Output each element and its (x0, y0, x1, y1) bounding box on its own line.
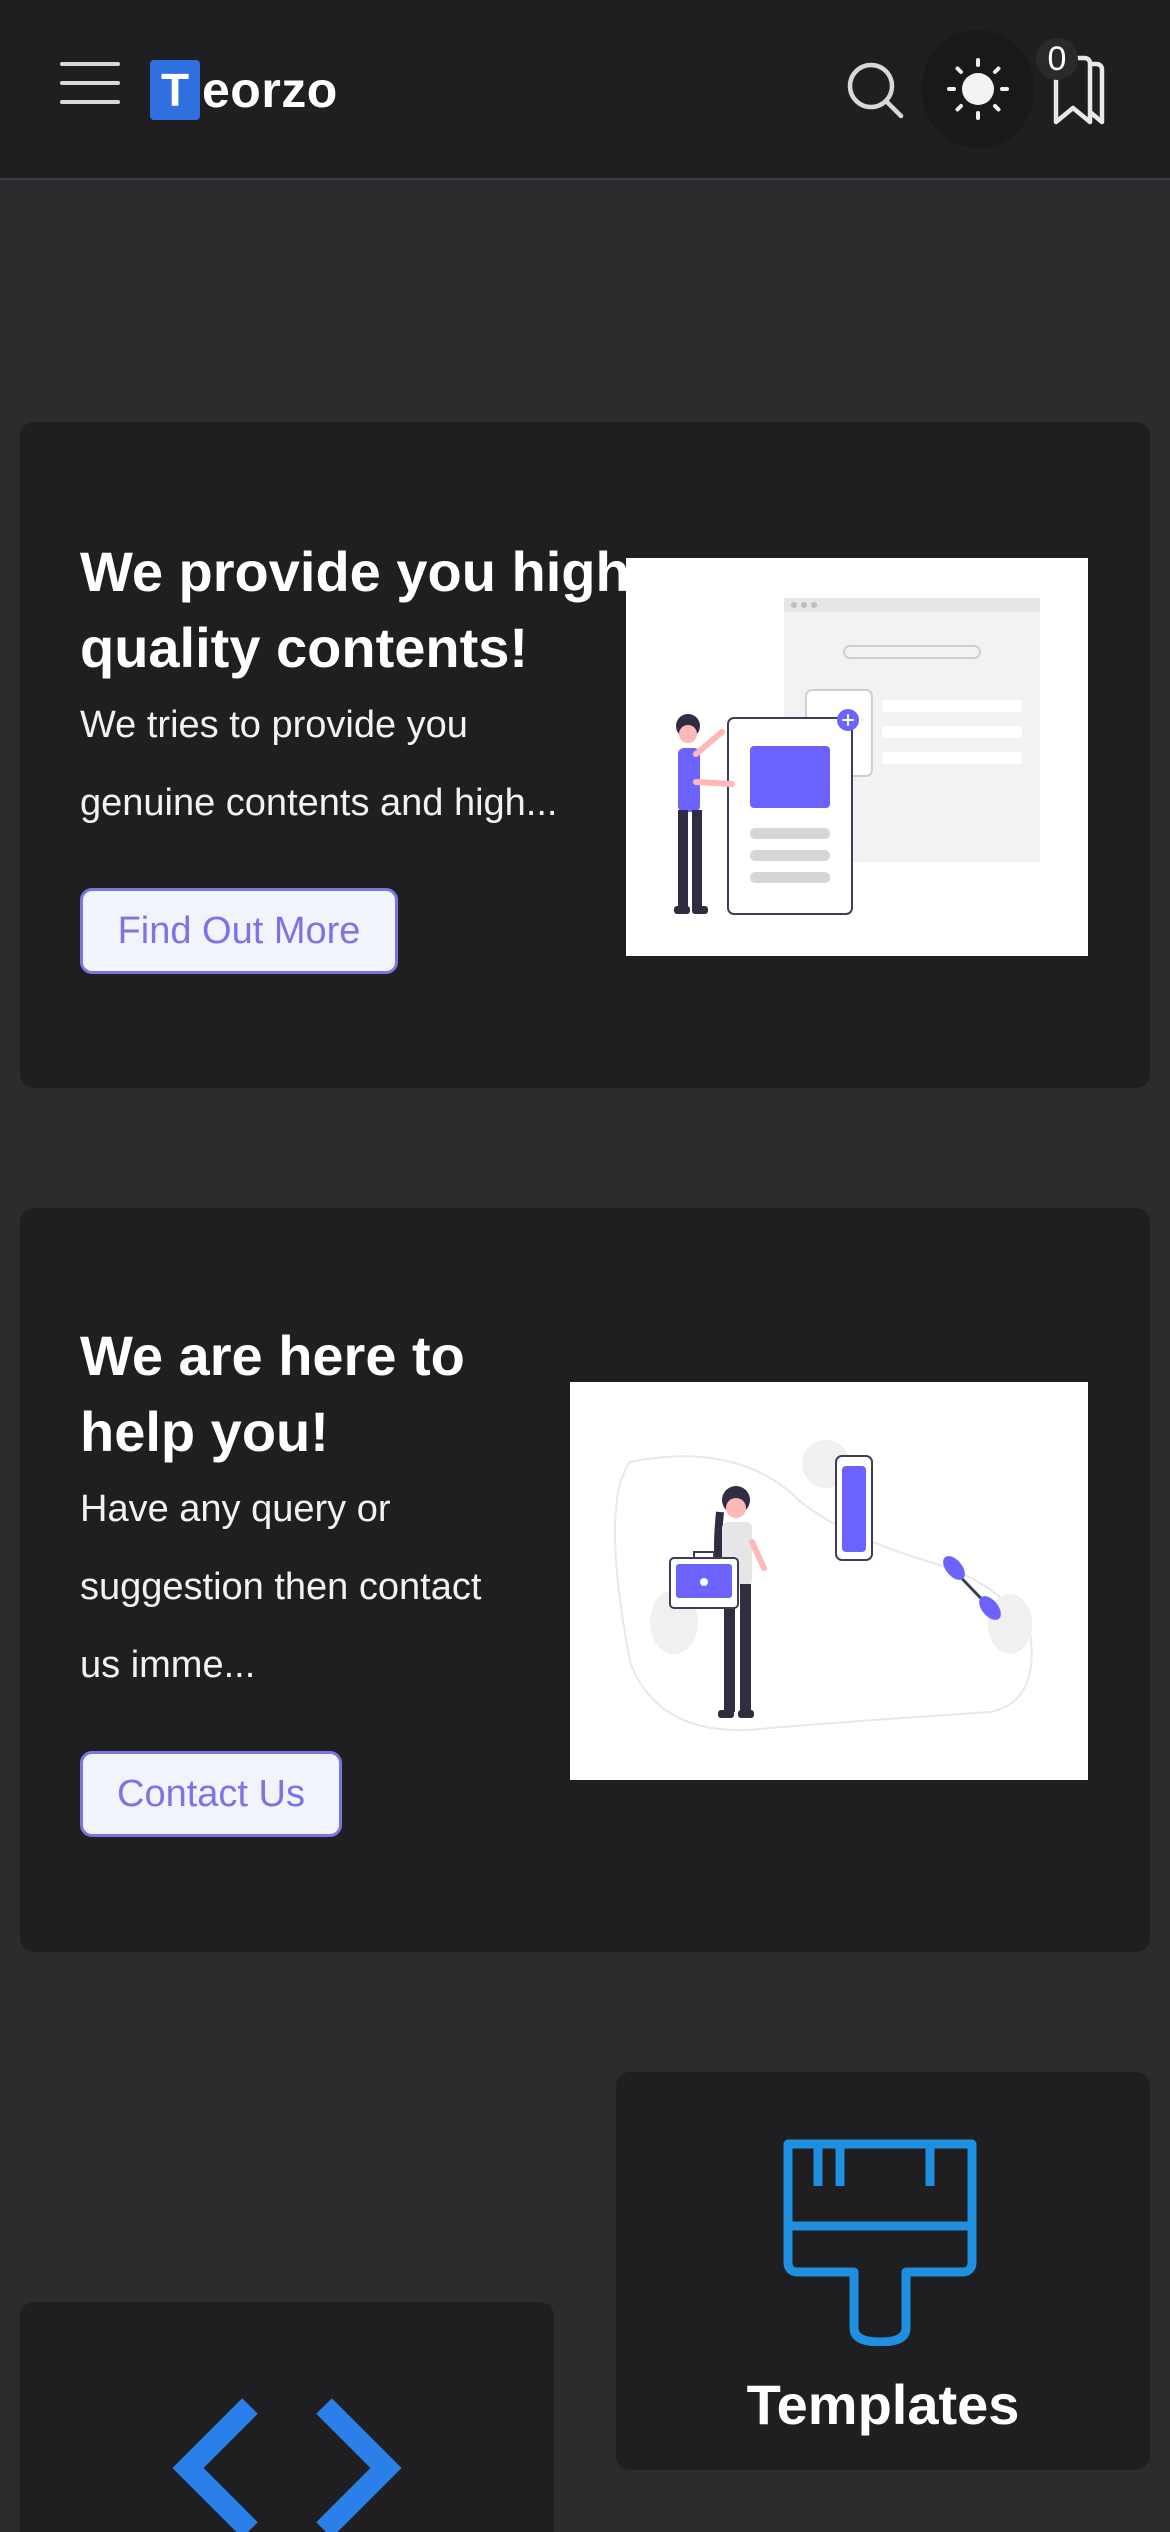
hero-text-line: genuine contents and high... (80, 782, 558, 824)
hero-card-contact: We are here to help you! Have any query … (20, 1208, 1150, 1952)
contact-illustration (570, 1382, 1088, 1780)
content-illustration (626, 558, 1088, 956)
menu-icon-line (60, 81, 120, 85)
hero-text-line: us imme... (80, 1644, 256, 1686)
find-out-more-button[interactable]: Find Out More (80, 888, 398, 974)
hero-title-line: We are here to (80, 1324, 465, 1387)
search-button[interactable] (845, 60, 905, 120)
menu-icon-line (60, 62, 120, 66)
code-icon (172, 2398, 402, 2532)
hero-text-line: suggestion then contact (80, 1566, 482, 1608)
feature-card-templates[interactable]: Templates (616, 2072, 1150, 2470)
feature-card-code[interactable] (20, 2302, 554, 2532)
search-icon (847, 62, 904, 119)
contact-us-button[interactable]: Contact Us (80, 1751, 342, 1837)
bookmark-count-badge: 0 (1036, 38, 1078, 80)
hero-title-line: We provide you high (80, 540, 630, 603)
top-header: T eorzo 0 (0, 0, 1170, 180)
theme-toggle-button[interactable] (922, 30, 1034, 148)
menu-icon-line (60, 100, 120, 104)
hero-title-line: help you! (80, 1400, 329, 1463)
hero-text-line: We tries to provide you (80, 704, 468, 746)
hero-title-line: quality contents! (80, 616, 529, 679)
hero-card-content: We provide you high quality contents! We… (20, 422, 1150, 1088)
site-logo[interactable]: T eorzo (150, 60, 338, 120)
logo-letter: T (150, 60, 200, 120)
logo-text: eorzo (202, 62, 338, 118)
feature-title: Templates (746, 2373, 1020, 2436)
paintbrush-icon (780, 2138, 980, 2347)
sun-icon (947, 58, 1009, 120)
menu-button[interactable] (60, 62, 120, 114)
hero-text-line: Have any query or (80, 1488, 391, 1530)
